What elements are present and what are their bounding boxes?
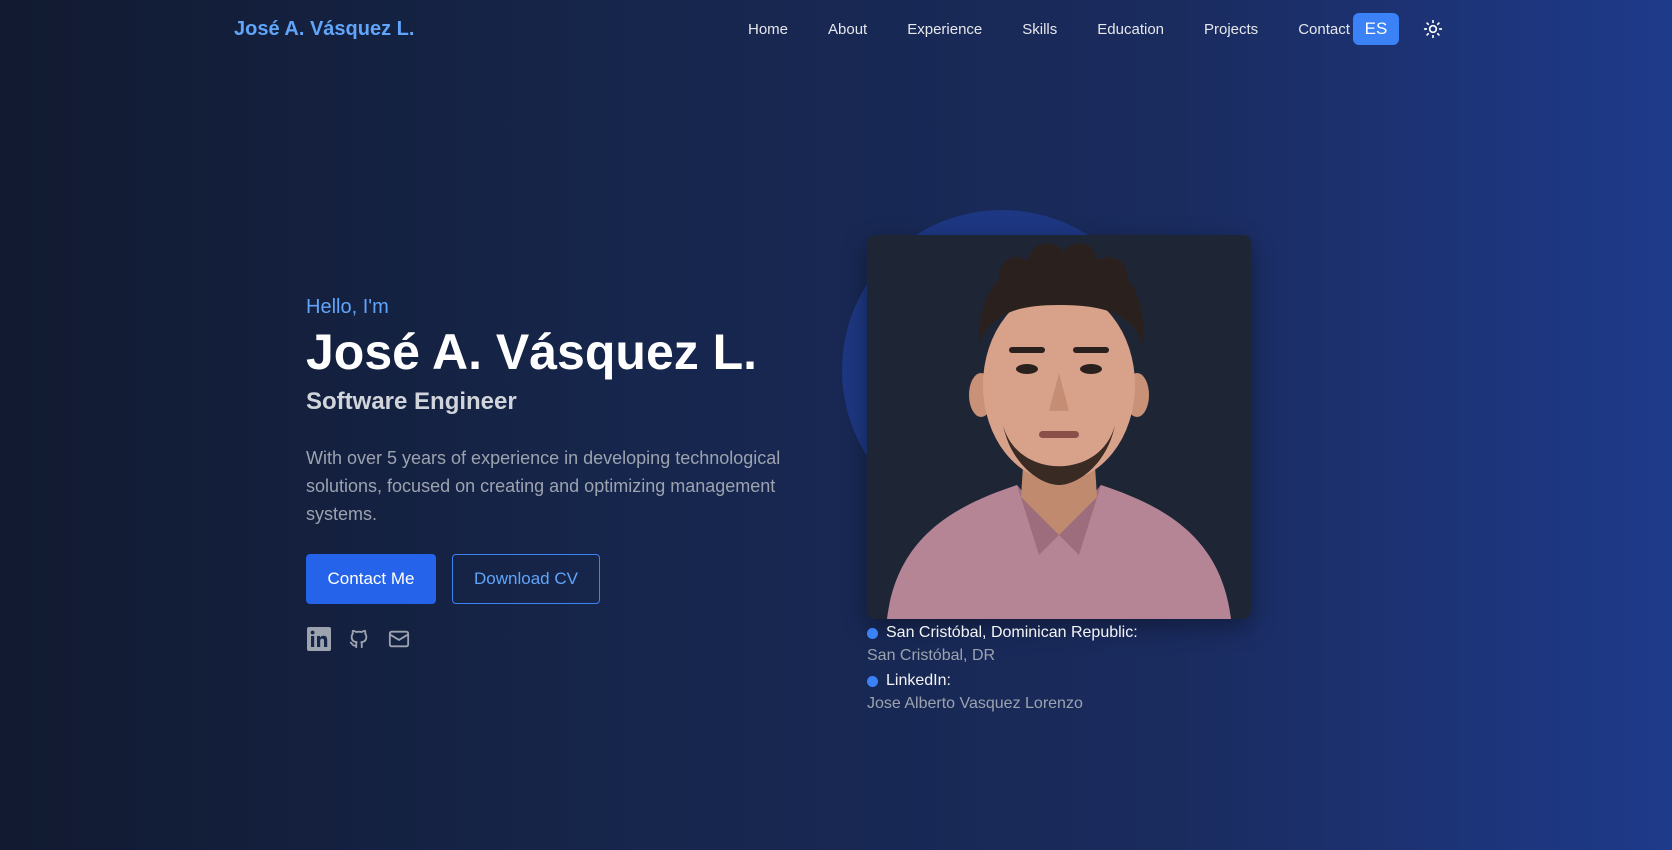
nav-home[interactable]: Home bbox=[748, 21, 788, 38]
nav-experience[interactable]: Experience bbox=[907, 21, 982, 38]
hero-name: José A. Vásquez L. bbox=[306, 324, 758, 380]
linkedin-label: LinkedIn: bbox=[886, 672, 951, 689]
hero-role: Software Engineer bbox=[306, 388, 517, 415]
contact-me-button[interactable]: Contact Me bbox=[306, 554, 436, 604]
person-portrait bbox=[867, 235, 1251, 619]
download-cv-button[interactable]: Download CV bbox=[452, 554, 600, 604]
location-bullet bbox=[867, 627, 878, 639]
linkedin-bullet bbox=[867, 675, 878, 687]
theme-toggle-button[interactable] bbox=[1421, 18, 1445, 40]
nav-contact[interactable]: Contact bbox=[1298, 21, 1350, 38]
github-icon bbox=[349, 629, 368, 649]
location-value: San Cristóbal, DR bbox=[867, 647, 996, 664]
nav-about[interactable]: About bbox=[828, 21, 867, 38]
mail-icon bbox=[388, 630, 410, 648]
profile-photo bbox=[867, 235, 1251, 619]
nav-projects[interactable]: Projects bbox=[1204, 21, 1258, 38]
language-toggle-button[interactable]: ES bbox=[1353, 13, 1399, 45]
nav-links: Home About Experience Skills Education P… bbox=[728, 0, 1370, 58]
email-link[interactable] bbox=[386, 626, 412, 652]
location-row: San Cristóbal, Dominican Republic: bbox=[867, 622, 1267, 644]
nav-education[interactable]: Education bbox=[1097, 21, 1164, 38]
nav-skills[interactable]: Skills bbox=[1022, 21, 1057, 38]
location-label: San Cristóbal, Dominican Republic: bbox=[886, 624, 1138, 641]
profile-info: San Cristóbal, Dominican Republic: San C… bbox=[867, 620, 1267, 716]
hero-greeting: Hello, I'm bbox=[306, 296, 389, 318]
hero-intro: Hello, I'm José A. Vásquez L. Software E… bbox=[306, 296, 806, 652]
linkedin-link[interactable] bbox=[306, 626, 332, 652]
linkedin-icon bbox=[307, 627, 331, 651]
navbar: José A. Vásquez L. Home About Experience… bbox=[0, 0, 1672, 58]
linkedin-row: LinkedIn: bbox=[867, 670, 1267, 692]
linkedin-value[interactable]: Jose Alberto Vasquez Lorenzo bbox=[867, 692, 1267, 716]
sun-icon bbox=[1423, 19, 1443, 39]
hero-bio: With over 5 years of experience in devel… bbox=[306, 448, 781, 524]
hero-actions: Contact Me Download CV bbox=[306, 554, 806, 604]
brand-logo[interactable]: José A. Vásquez L. bbox=[234, 18, 414, 41]
github-link[interactable] bbox=[346, 626, 372, 652]
social-links bbox=[306, 626, 806, 652]
